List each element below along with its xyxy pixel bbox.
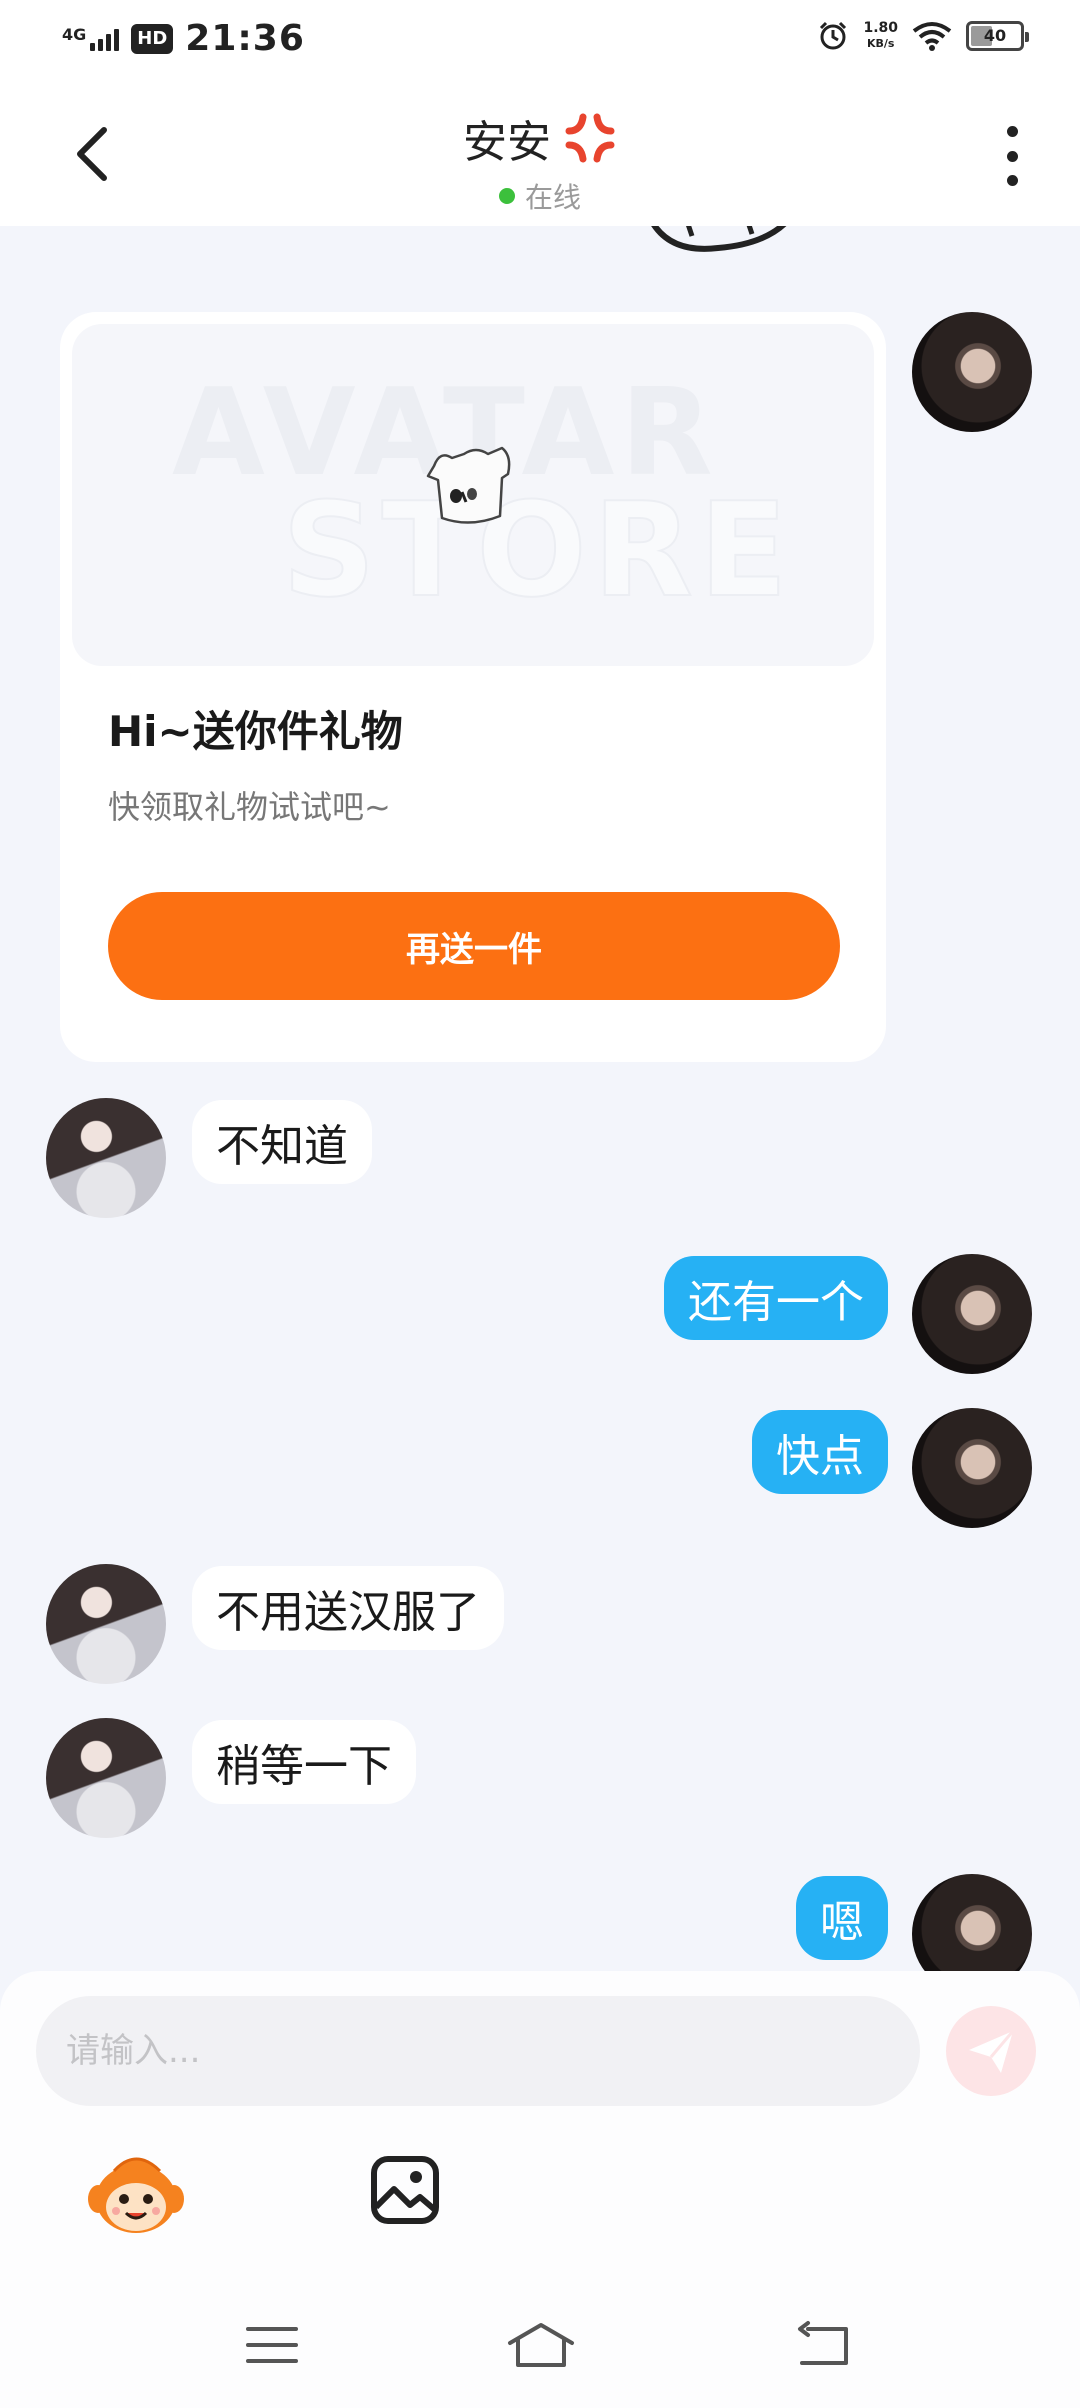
wifi-icon: [912, 22, 952, 51]
contact-name: 安安: [463, 117, 551, 168]
battery-icon: 40: [966, 21, 1029, 51]
online-status: 在线: [0, 176, 1080, 216]
watermark-line-2: STORE: [281, 473, 794, 627]
image-picker-button[interactable]: [370, 2155, 440, 2225]
contact-avatar[interactable]: [46, 1564, 166, 1684]
status-right: 1.80 KB/s 40: [817, 20, 1029, 52]
contact-avatar[interactable]: [46, 1718, 166, 1838]
back-icon: [798, 2321, 848, 2365]
online-dot: [498, 188, 515, 204]
more-dot: [1006, 150, 1018, 162]
signal-icon: [90, 27, 120, 51]
send-button[interactable]: [946, 2006, 1036, 2096]
sticker-icon: [651, 226, 787, 252]
status-bar: 4G HD 21:36 1.80 KB/s 40: [0, 0, 1080, 80]
message-bubble-in[interactable]: 稍等一下: [192, 1720, 416, 1804]
home-nav-button[interactable]: [506, 2315, 576, 2375]
message-bubble-in[interactable]: 不用送汉服了: [192, 1566, 504, 1650]
my-avatar[interactable]: [912, 1254, 1032, 1374]
more-dot: [1006, 175, 1018, 186]
chat-header: 安安 在线: [0, 80, 1080, 226]
net-speed: 1.80 KB/s: [863, 21, 898, 51]
more-button[interactable]: [1000, 126, 1024, 186]
mascot-sticker-button[interactable]: [88, 2151, 184, 2237]
gift-image: AVATAR STORE: [72, 324, 874, 666]
hd-badge: HD: [131, 23, 174, 54]
message-bubble-out[interactable]: 还有一个: [664, 1256, 888, 1340]
send-another-gift-button[interactable]: 再送一件: [108, 892, 840, 1000]
message-bubble-out[interactable]: 快点: [752, 1410, 888, 1494]
more-vertical-icon: [1006, 126, 1018, 137]
status-left: 4G HD 21:36: [62, 18, 305, 59]
contact-avatar[interactable]: [46, 1098, 166, 1218]
gift-item-icon: [426, 446, 511, 524]
my-avatar[interactable]: [912, 312, 1032, 432]
network-type: 4G: [62, 24, 87, 44]
alarm-icon: [820, 21, 847, 50]
message-input[interactable]: [36, 1996, 920, 2106]
my-avatar[interactable]: [912, 1408, 1032, 1528]
message-bubble-out[interactable]: 嗯: [796, 1876, 888, 1960]
status-time: 21:36: [185, 18, 305, 59]
input-panel: [0, 1971, 1080, 2291]
battery-level: 40: [983, 26, 1007, 45]
title-block: 安安 在线: [0, 106, 1080, 216]
gift-subtitle: 快领取礼物试试吧~: [108, 788, 391, 826]
online-status-text: 在线: [524, 181, 581, 214]
image-picker-icon: [371, 2156, 439, 2224]
system-nav-bar: [0, 2291, 1080, 2408]
home-icon: [508, 2323, 574, 2367]
gift-card[interactable]: AVATAR STORE Hi~送你件礼物 快领取礼物试试吧~ 再送一件: [60, 312, 886, 1062]
gift-title: Hi~送你件礼物: [108, 707, 403, 756]
menu-nav-button[interactable]: [242, 2315, 302, 2375]
net-speed-value: 1.80: [863, 20, 898, 36]
anger-emoji-icon: [565, 113, 615, 163]
mascot-sticker-icon: [88, 2157, 184, 2233]
message-bubble-in[interactable]: 不知道: [192, 1100, 372, 1184]
send-icon: [969, 2030, 1015, 2073]
menu-icon: [246, 2327, 298, 2363]
my-avatar[interactable]: [912, 1874, 1032, 1971]
chat-area[interactable]: AVATAR STORE Hi~送你件礼物 快领取礼物试试吧~ 再送一件 不知道…: [0, 226, 1080, 1971]
net-speed-unit: KB/s: [866, 37, 895, 50]
back-nav-button[interactable]: [794, 2315, 854, 2375]
